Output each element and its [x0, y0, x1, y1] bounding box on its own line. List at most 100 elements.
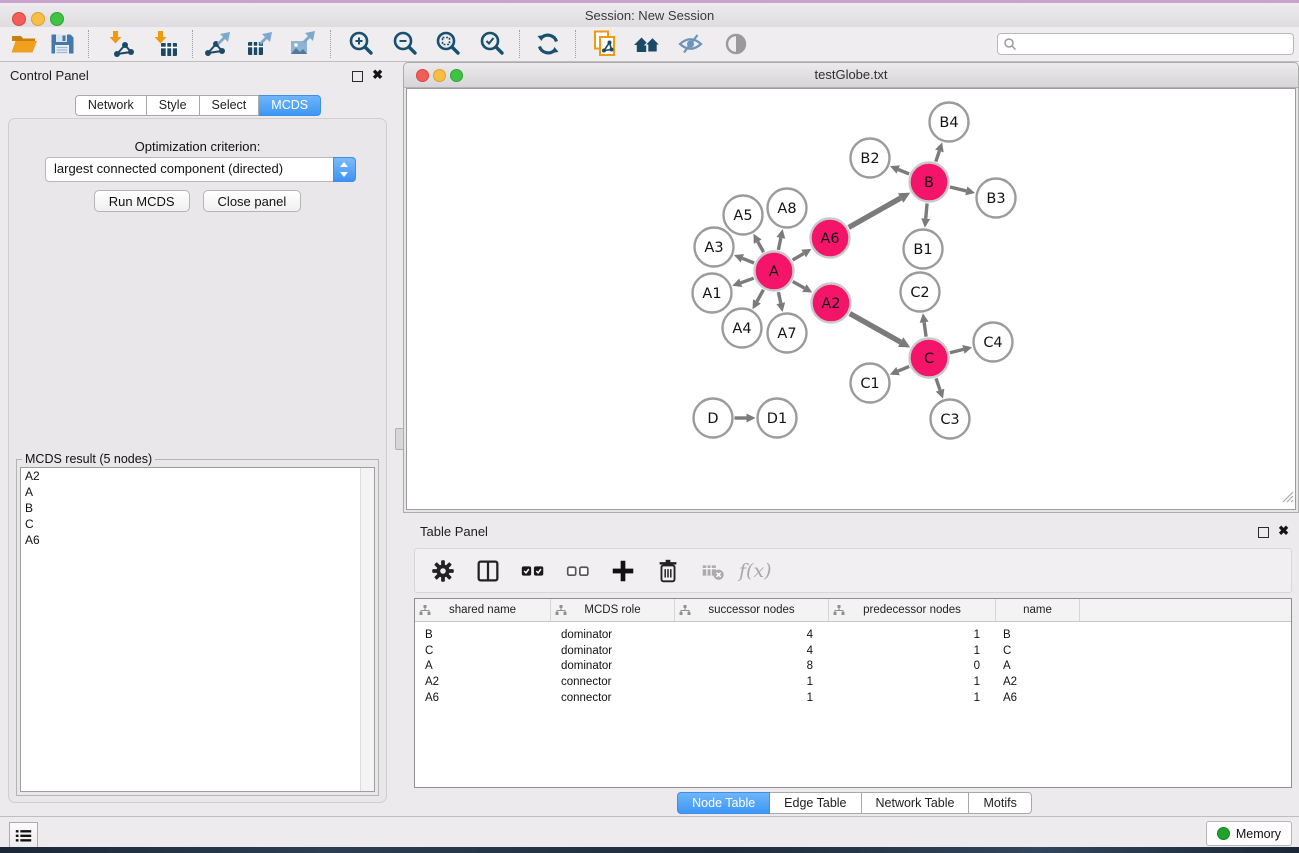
node-B4[interactable]: B4	[930, 103, 969, 142]
tab-select[interactable]: Select	[200, 95, 260, 116]
edge-B-B2[interactable]	[890, 165, 909, 174]
edge-B-B3[interactable]	[950, 187, 975, 196]
node-B[interactable]: B	[910, 163, 949, 202]
run-mcds-button[interactable]: Run MCDS	[94, 190, 190, 212]
maximize-window-icon[interactable]	[50, 12, 64, 26]
resize-grip-icon[interactable]	[1280, 489, 1294, 508]
edge-A-A3[interactable]	[734, 254, 754, 263]
tab-network-table[interactable]: Network Table	[862, 792, 970, 814]
node-B3[interactable]: B3	[977, 179, 1016, 218]
zoom-selected-icon[interactable]	[475, 28, 509, 60]
node-B1[interactable]: B1	[904, 230, 943, 269]
export-network-icon[interactable]	[201, 28, 235, 60]
node-A1[interactable]: A1	[693, 274, 732, 313]
refresh-layout-icon[interactable]	[531, 28, 565, 60]
node-A7[interactable]: A7	[768, 314, 807, 353]
tab-motifs[interactable]: Motifs	[969, 792, 1031, 814]
result-scrollbar[interactable]	[360, 468, 374, 791]
zoom-in-icon[interactable]	[344, 28, 378, 60]
edge-D-D1[interactable]	[735, 414, 756, 423]
open-session-icon[interactable]	[7, 28, 41, 60]
result-item-a[interactable]: A	[21, 484, 374, 500]
tab-network[interactable]: Network	[75, 95, 147, 116]
table-row-a[interactable]: Adominator80A	[415, 658, 1291, 674]
table-row-a2[interactable]: A2connector11A2	[415, 674, 1291, 690]
edge-C-C2[interactable]	[920, 313, 929, 336]
export-table-icon[interactable]	[243, 28, 277, 60]
result-item-b[interactable]: B	[21, 500, 374, 516]
network-minimize-icon[interactable]	[433, 69, 446, 82]
export-image-icon[interactable]	[286, 28, 320, 60]
network-canvas[interactable]: AA1A2A3A4A5A6A7A8BB1B2B3B4CC1C2C3C4DD1	[406, 88, 1296, 510]
tab-style[interactable]: Style	[147, 95, 200, 116]
result-item-a6[interactable]: A6	[21, 532, 374, 548]
node-C[interactable]: C	[910, 339, 949, 378]
save-session-icon[interactable]	[45, 28, 79, 60]
edge-A-A4[interactable]	[753, 290, 764, 310]
column-header-predecessor-nodes[interactable]: predecessor nodes	[829, 599, 996, 621]
show-panel-eye-icon[interactable]	[719, 28, 753, 60]
column-header-successor-nodes[interactable]: successor nodes	[675, 599, 829, 621]
float-panel-icon[interactable]	[352, 71, 363, 82]
zoom-fit-icon[interactable]	[431, 28, 465, 60]
close-panel-icon[interactable]: ✖	[372, 67, 383, 83]
search-field[interactable]	[997, 33, 1294, 55]
edge-A-A6[interactable]	[793, 249, 812, 260]
edge-C-C4[interactable]	[950, 345, 972, 354]
node-D[interactable]: D	[694, 399, 733, 438]
network-close-icon[interactable]	[416, 69, 429, 82]
node-C2[interactable]: C2	[901, 273, 940, 312]
column-header-mcds-role[interactable]: MCDS role	[551, 599, 675, 621]
show-task-history-button[interactable]	[9, 822, 38, 849]
table-options-gear-icon[interactable]	[428, 556, 458, 586]
edge-A-A5[interactable]	[753, 234, 763, 252]
node-A4[interactable]: A4	[723, 309, 762, 348]
hide-panels-eye-slash-icon[interactable]	[674, 28, 708, 60]
edge-C-C3[interactable]	[936, 378, 945, 398]
close-window-icon[interactable]	[12, 12, 26, 26]
select-all-rows-icon[interactable]	[518, 556, 548, 586]
tab-edge-table[interactable]: Edge Table	[770, 792, 861, 814]
table-row-b[interactable]: Bdominator41B	[415, 627, 1291, 643]
result-item-c[interactable]: C	[21, 516, 374, 532]
edge-A-A7[interactable]	[776, 292, 785, 312]
search-input[interactable]	[1017, 35, 1293, 53]
deselect-all-rows-icon[interactable]	[563, 556, 593, 586]
export-to-ndex-icon[interactable]	[588, 28, 622, 60]
edge-C-C1[interactable]	[890, 366, 909, 375]
memory-button[interactable]: Memory	[1206, 821, 1292, 846]
edge-A2-C[interactable]	[850, 314, 911, 348]
edge-A-A1[interactable]	[732, 278, 753, 287]
edge-B-B4[interactable]	[935, 142, 944, 161]
edge-A-A2[interactable]	[793, 282, 813, 293]
node-A[interactable]: A	[755, 252, 794, 291]
close-panel-button[interactable]: Close panel	[203, 190, 302, 212]
node-C4[interactable]: C4	[974, 323, 1013, 362]
network-maximize-icon[interactable]	[450, 69, 463, 82]
edge-A-A8[interactable]	[776, 229, 785, 250]
criterion-select[interactable]: largest connected component (directed)	[45, 157, 356, 182]
import-table-icon[interactable]	[148, 28, 182, 60]
edge-B-B1[interactable]	[921, 203, 930, 227]
tab-node-table[interactable]: Node Table	[677, 792, 770, 814]
result-item-a2[interactable]: A2	[21, 468, 374, 484]
show-column-icon[interactable]	[473, 556, 503, 586]
node-A8[interactable]: A8	[768, 189, 807, 228]
table-row-c[interactable]: Cdominator41C	[415, 643, 1291, 659]
column-header-name[interactable]: name	[996, 599, 1080, 621]
tab-mcds[interactable]: MCDS	[259, 95, 321, 116]
mcds-result-list[interactable]: A2ABCA6	[20, 467, 375, 792]
node-A6[interactable]: A6	[811, 219, 850, 258]
node-A5[interactable]: A5	[724, 196, 763, 235]
zoom-out-icon[interactable]	[388, 28, 422, 60]
node-A2[interactable]: A2	[812, 284, 851, 323]
node-A3[interactable]: A3	[695, 228, 734, 267]
edge-A6-B[interactable]	[849, 193, 911, 228]
float-table-panel-icon[interactable]	[1258, 527, 1269, 538]
home-icon[interactable]	[630, 28, 664, 60]
table-row-a6[interactable]: A6connector11A6	[415, 690, 1291, 706]
import-network-icon[interactable]	[103, 28, 137, 60]
node-B2[interactable]: B2	[851, 139, 890, 178]
node-D1[interactable]: D1	[758, 399, 797, 438]
create-new-column-icon[interactable]	[608, 556, 638, 586]
